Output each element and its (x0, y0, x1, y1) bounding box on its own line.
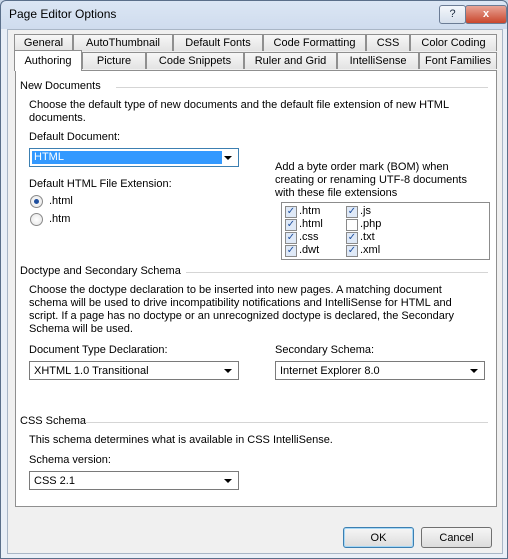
ok-button[interactable]: OK (343, 527, 414, 548)
doctype-dropdown[interactable]: XHTML 1.0 Transitional (29, 361, 239, 380)
chevron-down-icon (224, 156, 232, 160)
tab-css[interactable]: CSS (366, 34, 410, 51)
chevron-down-icon (224, 369, 232, 373)
help-button[interactable]: ? (439, 5, 466, 24)
tab-code-snippets[interactable]: Code Snippets (146, 52, 244, 69)
secondary-schema-label: Secondary Schema: (275, 344, 375, 356)
checkbox-txt[interactable]: ✓ (346, 232, 358, 244)
checkbox-php-label: .php (360, 218, 382, 230)
schema-version-label: Schema version: (29, 454, 111, 466)
default-document-value: HTML (32, 151, 222, 164)
tab-general[interactable]: General (14, 34, 73, 51)
default-document-dropdown[interactable]: HTML (29, 148, 239, 167)
secondary-schema-dropdown[interactable]: Internet Explorer 8.0 (275, 361, 485, 380)
tab-color-coding[interactable]: Color Coding (410, 34, 497, 51)
tab-code-formatting[interactable]: Code Formatting (263, 34, 366, 51)
authoring-panel: New Documents Choose the default type of… (15, 70, 497, 507)
section-divider (86, 422, 488, 423)
checkbox-htm-label: .htm (299, 205, 321, 217)
checkbox-js[interactable]: ✓ (346, 206, 358, 218)
new-documents-heading: New Documents (20, 80, 101, 92)
cancel-button[interactable]: Cancel (421, 527, 492, 548)
tab-default-fonts[interactable]: Default Fonts (173, 34, 263, 51)
tab-font-families[interactable]: Font Families (419, 52, 497, 69)
checkbox-dwt-label: .dwt (299, 244, 320, 256)
bom-extension-list: ✓ .htm ✓ .js ✓ .html .php ✓ .css ✓ .txt … (281, 202, 490, 260)
tab-authoring[interactable]: Authoring (14, 50, 82, 71)
close-button[interactable]: x (465, 5, 507, 24)
checkbox-html-label: .html (299, 218, 323, 230)
schema-version-dropdown[interactable]: CSS 2.1 (29, 471, 239, 490)
checkbox-xml[interactable]: ✓ (346, 245, 358, 257)
schema-version-value: CSS 2.1 (34, 475, 75, 487)
tab-autothumbnail[interactable]: AutoThumbnail (73, 34, 173, 51)
radio-htm[interactable] (30, 213, 43, 226)
dialog-window: Page Editor Options ? x General AutoThum… (0, 0, 508, 559)
chevron-down-icon (470, 369, 478, 373)
radio-htm-label: .htm (49, 213, 71, 225)
checkbox-js-label: .js (360, 205, 371, 217)
checkbox-txt-label: .txt (360, 231, 375, 243)
checkbox-htm[interactable]: ✓ (285, 206, 297, 218)
chevron-down-icon (224, 479, 232, 483)
checkbox-php[interactable] (346, 219, 358, 231)
checkbox-xml-label: .xml (360, 244, 381, 256)
radio-html-label: .html (49, 195, 73, 207)
bom-label: Add a byte order mark (BOM) when creatin… (275, 161, 467, 199)
title-bar: Page Editor Options ? x (1, 1, 507, 29)
checkbox-html[interactable]: ✓ (285, 219, 297, 231)
section-divider (186, 272, 488, 273)
default-document-label: Default Document: (29, 131, 121, 143)
doctype-heading: Doctype and Secondary Schema (20, 265, 181, 277)
doctype-description: Choose the doctype declaration to be ins… (29, 284, 454, 335)
checkbox-css-label: .css (299, 231, 319, 243)
tab-intellisense[interactable]: IntelliSense (337, 52, 419, 69)
checkbox-css[interactable]: ✓ (285, 232, 297, 244)
doctype-label: Document Type Declaration: (29, 344, 168, 356)
css-schema-heading: CSS Schema (20, 415, 87, 427)
css-schema-description: This schema determines what is available… (29, 434, 333, 446)
extension-label: Default HTML File Extension: (29, 178, 172, 190)
checkbox-dwt[interactable]: ✓ (285, 245, 297, 257)
tab-ruler-and-grid[interactable]: Ruler and Grid (244, 52, 337, 69)
dialog-body: General AutoThumbnail Default Fonts Code… (7, 29, 503, 554)
radio-html[interactable] (30, 195, 43, 208)
tab-picture[interactable]: Picture (82, 52, 146, 69)
doctype-value: XHTML 1.0 Transitional (34, 365, 149, 377)
section-divider (116, 87, 488, 88)
new-documents-description: Choose the default type of new documents… (29, 99, 449, 124)
secondary-schema-value: Internet Explorer 8.0 (280, 365, 380, 377)
window-title: Page Editor Options (9, 7, 117, 21)
